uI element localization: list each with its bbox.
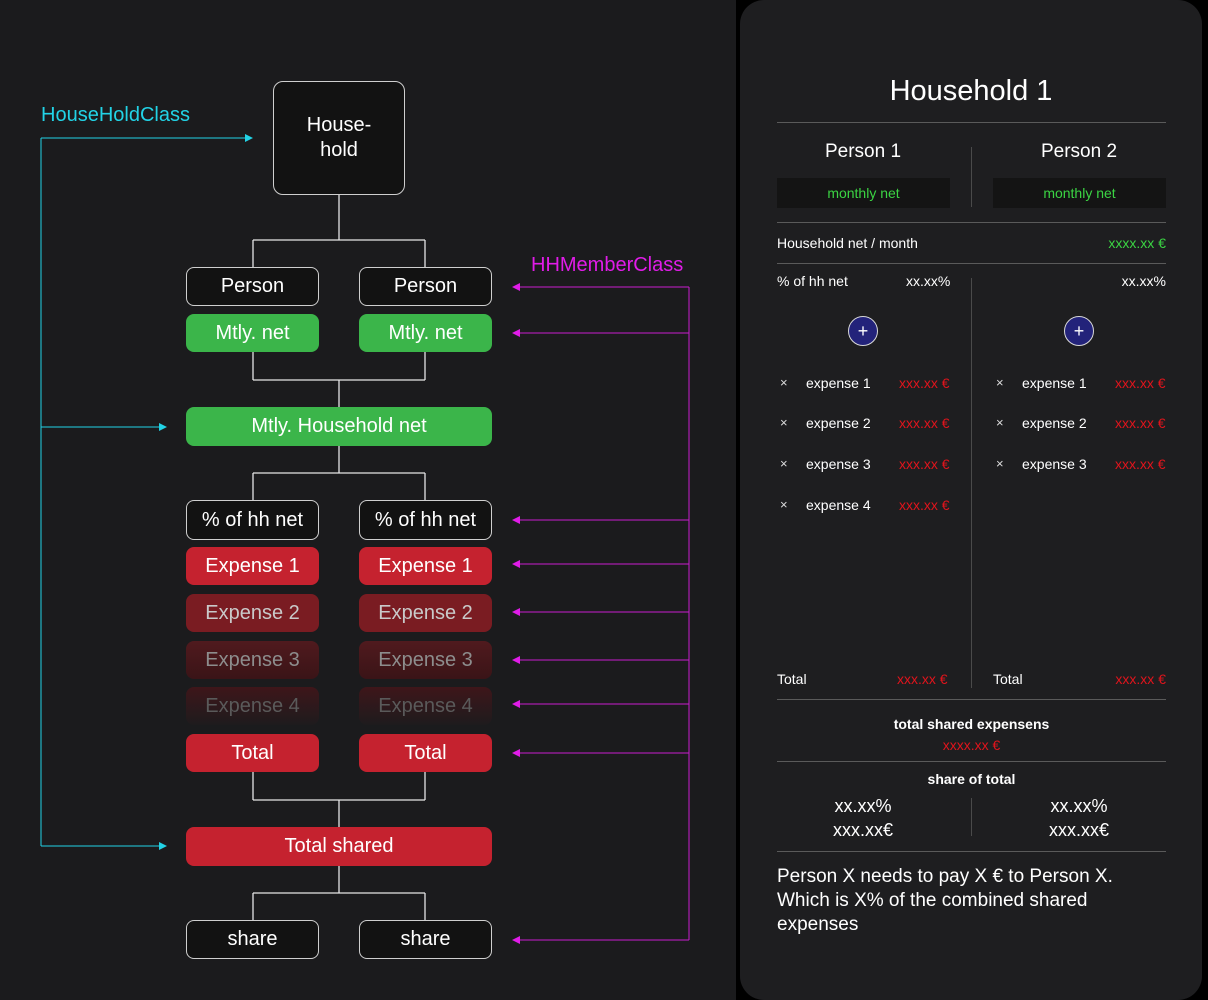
person-2-pct: xx.xx% [1121, 273, 1166, 289]
pct-node-2: % of hh net [359, 500, 492, 540]
expense-row: × expense 1 xxx.xx € [996, 375, 1171, 395]
monthly-net-node-2: Mtly. net [359, 314, 492, 352]
household-class-label: HouseHoldClass [41, 104, 190, 126]
expense-node-3a: Expense 3 [186, 641, 319, 679]
expense-value: xxx.xx € [899, 497, 950, 513]
person-1-pct: xx.xx% [906, 273, 951, 289]
share-node-2: share [359, 920, 492, 959]
expense-row: × expense 3 xxx.xx € [780, 456, 955, 476]
person-1-total-value: xxx.xx € [897, 671, 948, 687]
remove-icon[interactable]: × [780, 415, 788, 430]
expense-row: × expense 1 xxx.xx € [780, 375, 955, 395]
household-title: Household 1 [889, 75, 1053, 107]
column-divider [971, 147, 972, 207]
expense-name: expense 3 [806, 456, 871, 472]
household-screen: Household 1 Person 1 Person 2 monthly ne… [740, 0, 1202, 1000]
person-2-share-pct: xx.xx% [1050, 796, 1108, 816]
expense-row: × expense 4 xxx.xx € [780, 497, 955, 517]
expense-node-1a: Expense 1 [186, 547, 319, 585]
expense-value: xxx.xx € [1115, 375, 1166, 391]
expense-value: xxx.xx € [1115, 456, 1166, 472]
person-1-total-label: Total [777, 671, 807, 687]
person-2-total-label: Total [993, 671, 1023, 687]
add-expense-1-button[interactable]: + [848, 316, 878, 346]
remove-icon[interactable]: × [996, 415, 1004, 430]
expense-row: × expense 2 xxx.xx € [780, 415, 955, 435]
monthly-net-node-1: Mtly. net [186, 314, 319, 352]
expense-row: × expense 2 xxx.xx € [996, 415, 1171, 435]
expense-node-2a: Expense 2 [186, 594, 319, 632]
settlement-summary: Person X needs to pay X € to Person X. W… [777, 866, 1113, 935]
expense-name: expense 4 [806, 497, 871, 513]
divider [777, 222, 1166, 223]
person-1-share-amount: xxx.xx€ [832, 820, 893, 840]
member-class-label: HHMemberClass [531, 254, 684, 276]
remove-icon[interactable]: × [780, 375, 788, 390]
household-node: House- hold [273, 81, 405, 195]
pct-node-1: % of hh net [186, 500, 319, 540]
add-expense-2-button[interactable]: + [1064, 316, 1094, 346]
class-diagram: HouseHoldClass HHMemberClass House- hold… [0, 0, 736, 1000]
expense-row: × expense 3 xxx.xx € [996, 456, 1171, 476]
household-net-label: Household net / month [777, 235, 918, 251]
expense-name: expense 2 [806, 415, 871, 431]
person-1-share-pct: xx.xx% [834, 796, 892, 816]
expense-node-1b: Expense 1 [359, 547, 492, 585]
total-shared-label: total shared expensens [893, 716, 1050, 732]
person-2-net-input[interactable]: monthly net [993, 178, 1166, 208]
expense-node-2b: Expense 2 [359, 594, 492, 632]
expense-name: expense 1 [806, 375, 871, 391]
column-divider [971, 278, 972, 688]
expense-name: expense 3 [1022, 456, 1087, 472]
divider [777, 761, 1166, 762]
person-2-share-amount: xxx.xx€ [1048, 820, 1109, 840]
total-node-1: Total [186, 734, 319, 772]
household-net-node: Mtly. Household net [186, 407, 492, 446]
expense-node-4b: Expense 4 [359, 687, 492, 725]
expense-value: xxx.xx € [899, 375, 950, 391]
expense-node-3b: Expense 3 [359, 641, 492, 679]
person-node-1: Person [186, 267, 319, 306]
household-net-value: xxxx.xx € [1108, 235, 1166, 251]
expense-value: xxx.xx € [899, 456, 950, 472]
person-2-name: Person 2 [1040, 141, 1118, 162]
expense-name: expense 2 [1022, 415, 1087, 431]
person-2-total-value: xxx.xx € [1115, 671, 1166, 687]
expense-node-4a: Expense 4 [186, 687, 319, 725]
divider [777, 699, 1166, 700]
column-divider [971, 798, 972, 836]
divider [777, 122, 1166, 123]
person-1-name: Person 1 [824, 141, 902, 162]
expense-value: xxx.xx € [899, 415, 950, 431]
total-shared-value: xxxx.xx € [942, 737, 1001, 753]
person-1-net-input[interactable]: monthly net [777, 178, 950, 208]
total-node-2: Total [359, 734, 492, 772]
expense-name: expense 1 [1022, 375, 1087, 391]
pct-label: % of hh net [777, 273, 848, 289]
divider [777, 851, 1166, 852]
remove-icon[interactable]: × [780, 497, 788, 512]
remove-icon[interactable]: × [996, 456, 1004, 471]
divider [777, 263, 1166, 264]
person-node-2: Person [359, 267, 492, 306]
remove-icon[interactable]: × [996, 375, 1004, 390]
expense-value: xxx.xx € [1115, 415, 1166, 431]
share-node-1: share [186, 920, 319, 959]
share-of-total-label: share of total [927, 771, 1016, 787]
total-shared-node: Total shared [186, 827, 492, 866]
remove-icon[interactable]: × [780, 456, 788, 471]
